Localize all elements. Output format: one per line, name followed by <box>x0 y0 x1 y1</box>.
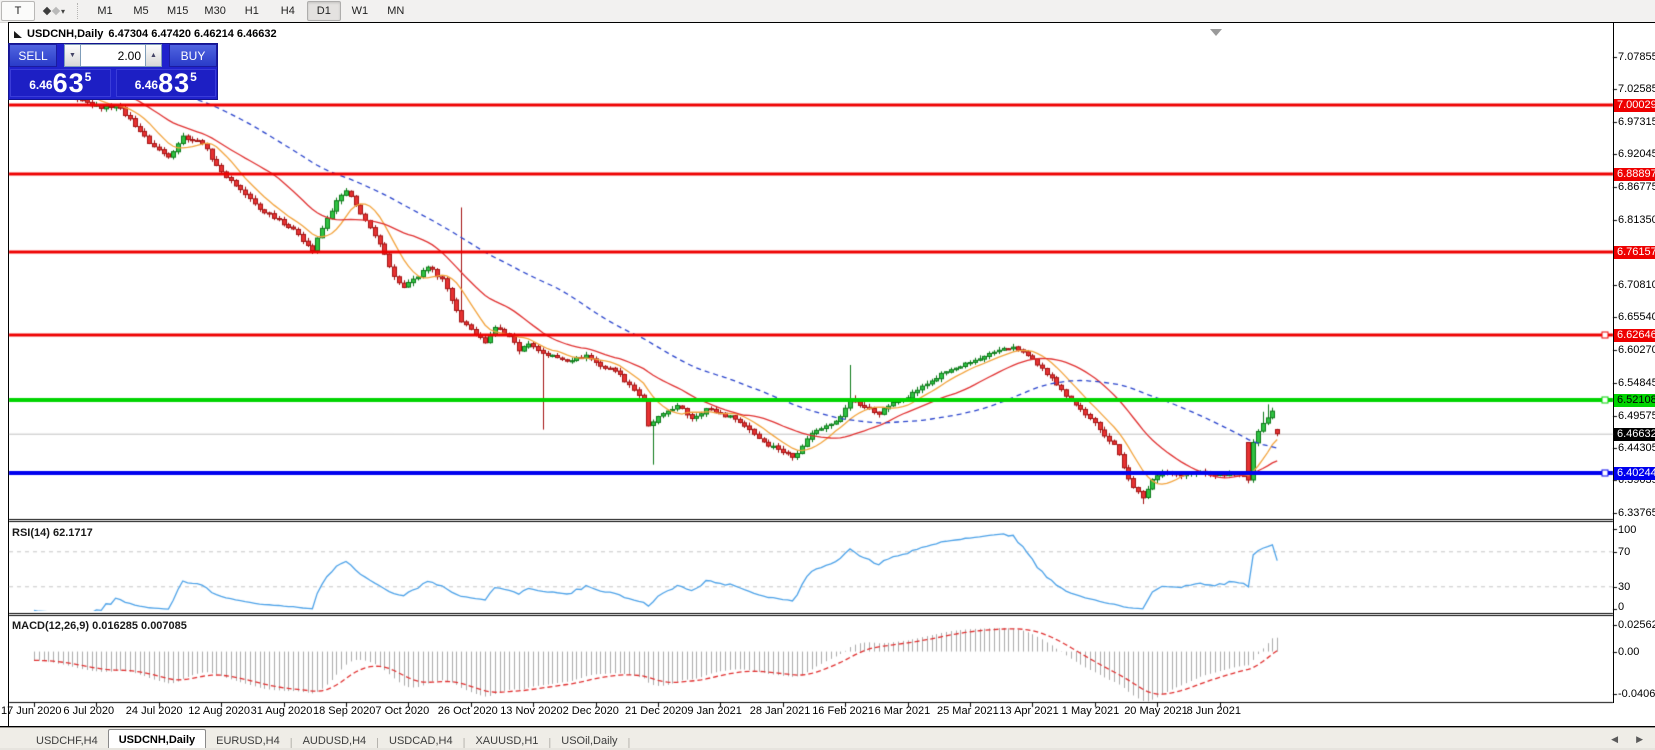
date-axis-label: 7 Oct 2020 <box>375 705 430 717</box>
price-level-tag: 6.76157 <box>1614 246 1655 260</box>
price-level-tag: 6.52108 <box>1614 394 1655 407</box>
sell-price-big: 63 <box>52 68 85 98</box>
date-axis-label: 8 Jun 2021 <box>1186 705 1242 717</box>
chart-tab-bar: USDCHF,H4 USDCNH,Daily EURUSD,H4 | AUDUSD,… <box>0 727 1655 749</box>
date-axis-label: 26 Oct 2020 <box>437 705 498 717</box>
price-level-tag: 6.88897 <box>1614 167 1655 181</box>
buy-price-prefix: 6.46 <box>134 78 159 92</box>
chart-tab-usdchf[interactable]: USDCHF,H4 <box>26 732 108 749</box>
symbol-period-label: USDCNH,Daily <box>27 28 104 40</box>
date-axis-label: 18 Sep 2020 <box>313 705 376 717</box>
axis-tick-label: 6.97315 <box>1618 115 1655 128</box>
macd-label: MACD(12,26,9) 0.016285 0.007085 <box>12 620 187 632</box>
axis-tick-label: 6.65540 <box>1618 311 1655 324</box>
price-level-tag: 7.00029 <box>1614 99 1655 113</box>
date-axis-label: 6 Jul 2020 <box>63 705 115 717</box>
price-chart-canvas[interactable] <box>0 0 1655 750</box>
buy-price-box[interactable]: 6.46 83 5 <box>115 68 216 98</box>
sell-button[interactable]: SELL <box>9 44 57 67</box>
date-axis-label: 6 Mar 2021 <box>874 705 931 717</box>
date-axis-label: 17 Jun 2020 <box>1 705 62 717</box>
lot-increase-button[interactable]: ▲ <box>145 44 162 67</box>
axis-tick-label: 6.60270 <box>1618 343 1655 356</box>
date-axis-label: 13 Apr 2021 <box>999 705 1059 717</box>
chart-pointer-icon <box>14 30 22 38</box>
sell-price-pip: 5 <box>84 70 92 84</box>
axis-tick-label: 6.70810 <box>1618 278 1655 291</box>
buy-price-big: 83 <box>158 68 191 98</box>
chart-tab-usdcnh[interactable]: USDCNH,Daily <box>107 729 207 749</box>
axis-tick-label: 30 <box>1618 580 1631 593</box>
lot-decrease-button[interactable]: ▼ <box>64 44 81 67</box>
axis-tick-label: 0.00 <box>1618 645 1640 658</box>
date-axis-label: 1 May 2021 <box>1061 705 1120 717</box>
axis-tick-label: 6.33765 <box>1618 506 1655 519</box>
date-axis-label: 13 Nov 2020 <box>500 705 563 717</box>
date-axis-label: 9 Jan 2021 <box>687 705 742 717</box>
date-axis-label: 31 Aug 2020 <box>250 705 313 717</box>
axis-tick-label: 70 <box>1618 545 1631 558</box>
axis-tick-label: 7.07855 <box>1618 50 1655 63</box>
tabs-scroll-left-icon[interactable]: ◀ <box>1611 734 1618 745</box>
axis-tick-label: 7.02585 <box>1618 83 1655 96</box>
chart-title: USDCNH,Daily 6.47304 6.47420 6.46214 6.4… <box>14 28 277 40</box>
date-axis-label: 21 Dec 2020 <box>625 705 688 717</box>
axis-tick-label: 0.025623 <box>1618 618 1655 631</box>
sell-price-prefix: 6.46 <box>29 78 53 92</box>
axis-tick-label: 6.49575 <box>1618 409 1655 422</box>
buy-button[interactable]: BUY <box>169 44 217 67</box>
date-axis-label: 20 May 2021 <box>1124 705 1188 717</box>
chart-tab-eurusd[interactable]: EURUSD,H4 <box>206 732 290 749</box>
axis-tick-label: 6.86775 <box>1618 180 1655 193</box>
ohlc-values: 6.47304 6.47420 6.46214 6.46632 <box>108 28 277 40</box>
price-level-tag: 6.46632 <box>1614 427 1655 441</box>
sell-price-box[interactable]: 6.46 63 5 <box>10 69 111 97</box>
buy-price-pip: 5 <box>190 70 197 84</box>
tabs-scroll-right-icon[interactable]: ▶ <box>1636 734 1643 745</box>
date-axis-label: 24 Jul 2020 <box>125 705 183 717</box>
date-axis-label: 28 Jan 2021 <box>749 705 811 717</box>
axis-tick-label: -0.040687 <box>1618 688 1655 701</box>
price-level-tag: 6.62646 <box>1614 329 1655 343</box>
date-axis-label: 2 Dec 2020 <box>562 705 619 717</box>
one-click-trading-panel: SELL ▼ ▲ BUY 6.46 63 5 6.46 83 5 <box>8 43 218 100</box>
axis-tick-label: 6.44305 <box>1618 442 1655 455</box>
lot-size-input[interactable] <box>81 44 145 67</box>
axis-tick-label: 6.92045 <box>1618 148 1655 161</box>
chart-tab-audusd[interactable]: AUDUSD,H4 <box>293 732 377 749</box>
date-axis-label: 12 Aug 2020 <box>188 705 250 717</box>
chart-tab-usoil[interactable]: USOil,Daily <box>551 732 627 749</box>
price-level-tag: 6.40244 <box>1614 467 1655 480</box>
mt4-terminal-window: T ▾ M1M5M15M30H1H4D1W1MN USDCNH,Daily 6.… <box>0 0 1655 750</box>
date-axis-label: 25 Mar 2021 <box>937 705 999 717</box>
axis-tick-label: 6.81350 <box>1618 214 1655 227</box>
chart-tab-xauusd[interactable]: XAUUSD,H1 <box>465 732 548 749</box>
axis-tick-label: 0 <box>1618 601 1625 613</box>
rsi-label: RSI(14) 62.1717 <box>12 527 93 539</box>
chart-tab-usdcad[interactable]: USDCAD,H4 <box>379 732 463 749</box>
date-axis-label: 16 Feb 2021 <box>812 705 874 717</box>
axis-tick-label: 6.54845 <box>1618 377 1655 390</box>
axis-tick-label: 100 <box>1618 524 1637 536</box>
chart-shift-marker-icon[interactable] <box>1210 29 1222 36</box>
